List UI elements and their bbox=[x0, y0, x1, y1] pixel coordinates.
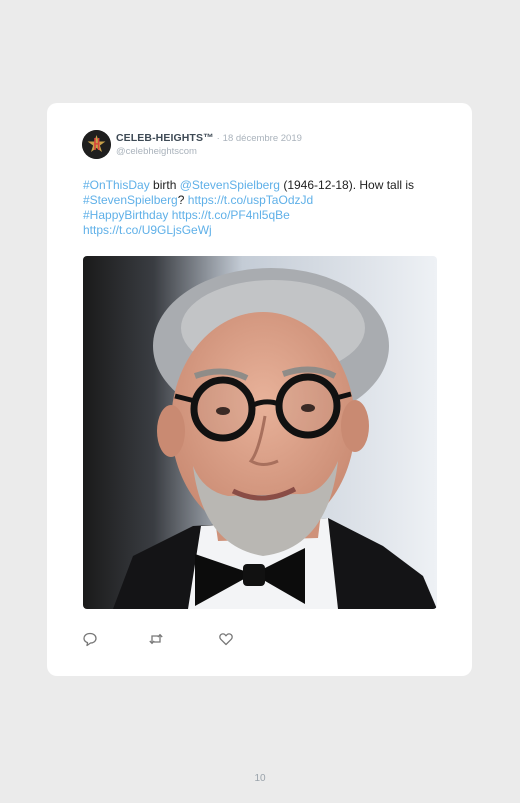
hashtag-link[interactable]: #OnThisDay bbox=[83, 178, 150, 192]
author-name[interactable]: CELEB-HEIGHTS™ bbox=[116, 132, 214, 144]
tweet-date[interactable]: 18 décembre 2019 bbox=[223, 133, 302, 144]
avatar[interactable] bbox=[82, 130, 111, 159]
separator: · bbox=[216, 133, 220, 144]
tweet-card: CELEB-HEIGHTS™ · 18 décembre 2019 @celeb… bbox=[47, 103, 472, 676]
like-icon[interactable] bbox=[218, 631, 234, 647]
url-link[interactable]: https://t.co/uspTaOdzJd bbox=[188, 193, 313, 207]
tweet-word: birth bbox=[153, 178, 177, 192]
reply-icon[interactable] bbox=[82, 631, 98, 647]
celeb-heights-logo-icon bbox=[82, 130, 111, 159]
hashtag-link[interactable]: #StevenSpielberg bbox=[83, 193, 178, 207]
author-handle[interactable]: @celebheightscom bbox=[116, 146, 197, 157]
tweet-actions bbox=[82, 631, 242, 647]
retweet-icon[interactable] bbox=[148, 631, 164, 647]
mention-link[interactable]: @StevenSpielberg bbox=[180, 178, 280, 192]
tweet-text: #OnThisDay birth @StevenSpielberg (1946-… bbox=[83, 178, 443, 238]
author-line: CELEB-HEIGHTS™ · 18 décembre 2019 bbox=[116, 132, 302, 144]
url-link[interactable]: https://t.co/PF4nl5qBe bbox=[172, 208, 290, 222]
tweet-photo[interactable] bbox=[83, 256, 437, 609]
page-number: 10 bbox=[254, 773, 266, 784]
portrait-image bbox=[83, 256, 437, 609]
hashtag-link[interactable]: #HappyBirthday bbox=[83, 208, 168, 222]
tweet-sentence: (1946-12-18). How tall is bbox=[283, 178, 415, 192]
url-link[interactable]: https://t.co/U9GLjsGeWj bbox=[83, 223, 212, 237]
question-mark: ? bbox=[177, 193, 185, 207]
